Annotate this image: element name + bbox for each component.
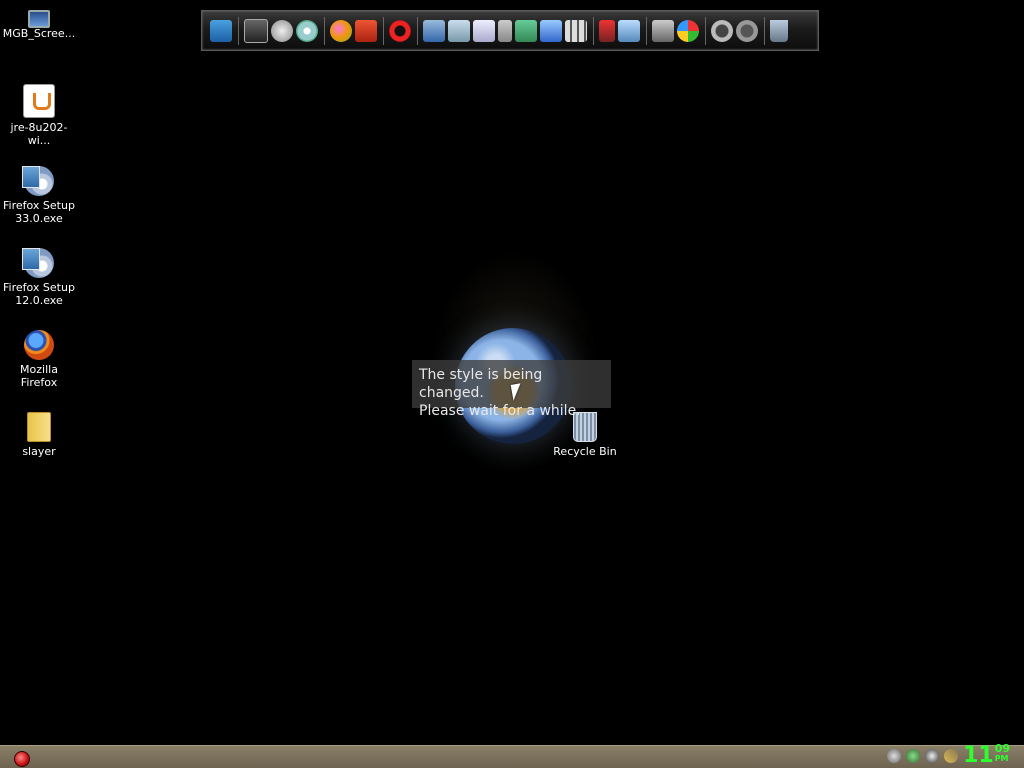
desktop-icon-mgb-screenshot[interactable]: MGB_Scree... (0, 6, 78, 40)
book-icon[interactable] (355, 19, 377, 42)
shield-tray-icon[interactable] (925, 749, 939, 763)
message-line-2: Please wait for a while. (419, 403, 581, 419)
desktop-icon-label-line1: Firefox Setup (3, 281, 75, 294)
taskbar: 11 09 PM (0, 743, 1024, 768)
desktop-icon-firefox-setup-12[interactable]: Firefox Setup 12.0.exe (0, 248, 78, 307)
clock[interactable]: 11 09 PM (963, 743, 1010, 768)
media-player-icon[interactable] (210, 19, 232, 42)
system-tray (882, 749, 958, 763)
usb-icon[interactable] (599, 19, 615, 42)
cube-icon[interactable] (515, 19, 537, 42)
dock-separator (646, 16, 647, 45)
clock-ampm: PM (994, 754, 1009, 763)
document-icon[interactable] (448, 19, 470, 42)
tool-tray-icon[interactable] (944, 749, 958, 763)
notepad-icon[interactable] (473, 19, 495, 42)
back-icon[interactable] (736, 19, 758, 42)
dock-separator (383, 16, 384, 45)
clock-hour: 11 (963, 743, 994, 768)
trash-icon[interactable] (770, 19, 788, 42)
network-icon[interactable] (423, 19, 445, 42)
setup-icon (22, 166, 54, 196)
setup-icon (22, 248, 54, 278)
windows-update-icon[interactable] (677, 19, 699, 42)
paint-palette-icon[interactable] (330, 19, 352, 42)
desktop-icon-label-line2: 12.0.exe (15, 294, 63, 307)
desktop-icon-jre-installer[interactable]: jre-8u202-wi... (0, 84, 78, 147)
desktop-icon-label-line1: Firefox Setup (3, 199, 75, 212)
monitor-icon (28, 10, 50, 28)
folder-icon (27, 412, 51, 442)
network-tray-icon[interactable] (906, 749, 920, 763)
dock-separator (417, 16, 418, 45)
window-icon[interactable] (540, 19, 562, 42)
dock-separator (238, 16, 239, 45)
ccleaner-icon[interactable] (389, 19, 411, 42)
java-icon (23, 84, 55, 118)
scissors-icon[interactable] (498, 19, 512, 42)
dock-separator (324, 16, 325, 45)
start-button[interactable] (14, 751, 30, 767)
desktop-icon-label: Recycle Bin (553, 445, 617, 458)
display-icon[interactable] (618, 19, 640, 42)
desktop-icon-label: jre-8u202-wi... (10, 121, 68, 147)
grid-icon[interactable] (565, 19, 587, 42)
dock-toolbar (201, 10, 819, 51)
flash-icon[interactable] (271, 19, 293, 42)
desktop-icon-slayer-folder[interactable]: slayer (0, 412, 78, 458)
control-panel-icon[interactable] (652, 19, 674, 42)
speaker-icon[interactable] (887, 749, 901, 763)
desktop-icon-label-line2: Firefox (20, 376, 58, 389)
disc-burner-icon[interactable] (296, 19, 318, 42)
desktop-icon-firefox-setup-33[interactable]: Firefox Setup 33.0.exe (0, 166, 78, 225)
firefox-icon (24, 330, 54, 360)
desktop-icon-label-line1: Mozilla (20, 363, 58, 376)
clapper-icon[interactable] (244, 18, 268, 43)
desktop[interactable]: MGB_Scree... jre-8u202-wi... Firefox Set… (0, 0, 1024, 768)
dock-separator (764, 16, 765, 45)
dock-separator (705, 16, 706, 45)
power-icon[interactable] (711, 19, 733, 42)
desktop-icon-label: MGB_Scree... (2, 27, 76, 40)
clock-minute: 09 (994, 742, 1010, 755)
desktop-icon-label-line2: 33.0.exe (15, 212, 63, 225)
desktop-icon-mozilla-firefox[interactable]: Mozilla Firefox (0, 330, 78, 389)
dock-separator (593, 16, 594, 45)
desktop-icon-label: slayer (22, 445, 56, 458)
